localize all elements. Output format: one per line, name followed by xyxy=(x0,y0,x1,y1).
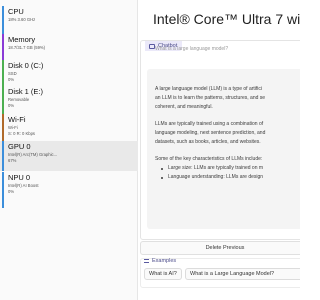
message-line: an LLM is to learn the patterns, structu… xyxy=(155,95,266,101)
message-line: Some of the key characteristics of LLMs … xyxy=(155,156,263,162)
chat-app: Intel® Core™ Ultra 7 with Chatbot What i… xyxy=(138,0,300,300)
page-title: Intel® Core™ Ultra 7 with xyxy=(153,11,300,27)
delete-previous-button[interactable]: Delete Previous xyxy=(140,241,300,255)
message-line: language modeling, next sentence predict… xyxy=(155,130,266,136)
bullet-item: Language understanding: LLMs are design xyxy=(155,173,300,182)
perf-item-name: Disk 0 (C:) xyxy=(8,61,44,70)
perf-item-detail: Intel(R) Arc(TM) Graphic... xyxy=(8,152,58,157)
bullet-icon xyxy=(161,176,163,179)
perf-thumbnail xyxy=(2,141,4,171)
perf-item-name: NPU 0 xyxy=(8,173,31,182)
bullet-item: Large size: LLMs are typically trained o… xyxy=(155,164,300,173)
bullet-text: Large size: LLMs are typically trained o… xyxy=(168,165,264,171)
message-line: LLMs are typically trained using a combi… xyxy=(155,121,264,127)
perf-item-usage: 0% xyxy=(8,102,15,108)
example-button[interactable]: What is a Large Language Model? xyxy=(185,268,300,280)
chatbot-panel[interactable]: Chatbot What is a large language model? … xyxy=(140,40,300,240)
bot-message: A large language model (LLM) is a type o… xyxy=(147,69,300,229)
list-icon xyxy=(144,259,149,263)
perf-item-gpu-0[interactable]: GPU 0 Intel(R) Arc(TM) Graphic... 67% xyxy=(0,141,138,171)
perf-item-name: Memory xyxy=(8,35,36,44)
message-line: datasets, such as books, articles, and w… xyxy=(155,139,261,145)
perf-item-npu-0[interactable]: NPU 0 Intel(R) AI Boost 0% xyxy=(0,172,138,208)
examples-label: Examples xyxy=(144,258,176,264)
perf-item-usage: 0% xyxy=(8,188,15,194)
perf-item-name: CPU xyxy=(8,7,24,16)
perf-item-name: GPU 0 xyxy=(8,142,31,151)
perf-item-usage: S: 0 R: 0 Kbps xyxy=(8,130,35,136)
example-button[interactable]: What is AI? xyxy=(144,268,182,280)
perf-thumbnail xyxy=(2,172,4,208)
user-message: What is a large language model? xyxy=(155,46,229,52)
perf-item-name: Wi-Fi xyxy=(8,115,26,124)
perf-item-detail: 18% 3.60 GHz xyxy=(8,17,36,22)
message-line: A large language model (LLM) is a type o… xyxy=(155,86,262,92)
bullet-icon xyxy=(161,167,163,170)
performance-sidebar: CPU 18% 3.60 GHz Memory 18.7/31.7 GB (59… xyxy=(0,0,138,300)
perf-item-detail: 18.7/31.7 GB (59%) xyxy=(8,45,46,50)
perf-item-detail: Intel(R) AI Boost xyxy=(8,183,39,188)
perf-item-usage: 0% xyxy=(8,76,15,82)
perf-item-name: Disk 1 (E:) xyxy=(8,87,44,96)
perf-item-usage: 67% xyxy=(8,157,17,163)
examples-label-text: Examples xyxy=(152,258,177,264)
bullet-text: Language understanding: LLMs are design xyxy=(168,174,264,180)
message-line: coherent, and meaningful. xyxy=(155,104,213,110)
